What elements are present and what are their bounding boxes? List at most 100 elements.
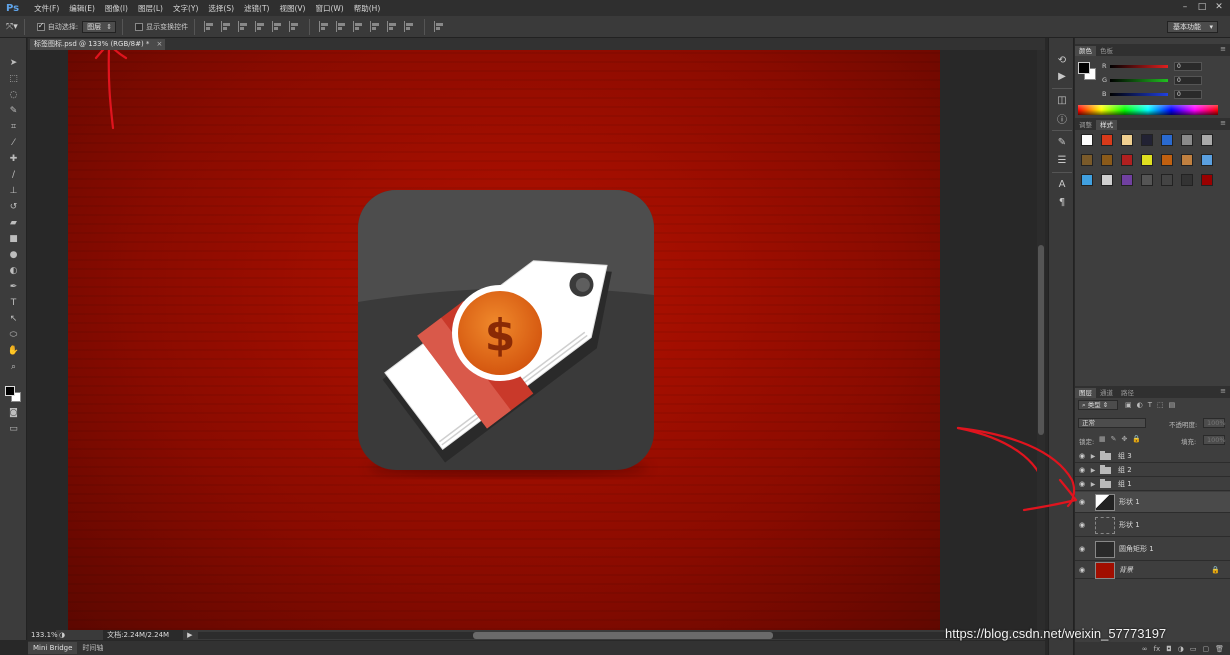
horizontal-scroll-thumb[interactable]	[473, 632, 773, 639]
style-swatch[interactable]	[1081, 174, 1093, 186]
workspace-dropdown[interactable]: 基本功能	[1167, 21, 1218, 33]
color-spectrum[interactable]	[1078, 105, 1218, 115]
style-swatch[interactable]	[1161, 154, 1173, 166]
history-icon[interactable]: ⟲	[1054, 54, 1070, 67]
style-swatch[interactable]	[1141, 154, 1153, 166]
distribute-right-icon[interactable]	[404, 21, 415, 32]
move-tool-icon[interactable]: ➤	[6, 56, 21, 69]
align-top-icon[interactable]	[204, 21, 215, 32]
visibility-eye-icon[interactable]: ◉	[1075, 521, 1089, 529]
show-transform-checkbox[interactable]	[135, 22, 144, 31]
green-slider-row[interactable]: G 0	[1102, 74, 1227, 86]
auto-select-target-dropdown[interactable]: 图层	[82, 20, 117, 33]
layer-kind-filter[interactable]: ⌕ 类型 ⇕	[1078, 400, 1118, 410]
type-tool-icon[interactable]: T	[6, 296, 21, 309]
tab-adjustments[interactable]: 调整	[1075, 120, 1096, 130]
style-swatch[interactable]	[1201, 174, 1213, 186]
distribute-bottom-icon[interactable]	[353, 21, 364, 32]
history-brush-tool-icon[interactable]: ↺	[6, 200, 21, 213]
menu-select[interactable]: 选择(S)	[208, 3, 234, 14]
distribute-hcenter-icon[interactable]	[387, 21, 398, 32]
layer-mask-icon[interactable]: ◘	[1166, 645, 1172, 653]
paragraph-icon[interactable]: ¶	[1054, 196, 1070, 209]
gradient-tool-icon[interactable]: ■	[6, 232, 21, 245]
red-value-field[interactable]: 0	[1174, 61, 1202, 71]
lasso-tool-icon[interactable]: ◌	[6, 88, 21, 101]
visibility-eye-icon[interactable]: ◉	[1075, 566, 1089, 574]
brush-presets-icon[interactable]: ✎	[1054, 136, 1070, 149]
style-swatch[interactable]	[1081, 134, 1093, 146]
distribute-left-icon[interactable]	[370, 21, 381, 32]
opacity-field[interactable]: 100%	[1203, 418, 1226, 428]
blur-tool-icon[interactable]: ●	[6, 248, 21, 261]
tab-channels[interactable]: 通道	[1096, 388, 1117, 398]
dodge-tool-icon[interactable]: ◐	[6, 264, 21, 277]
tab-layers[interactable]: 图层	[1075, 388, 1096, 398]
menu-window[interactable]: 窗口(W)	[315, 3, 343, 14]
vertical-scrollbar[interactable]	[1037, 50, 1045, 630]
tab-swatches[interactable]: 色板	[1096, 46, 1117, 56]
vertical-scroll-thumb[interactable]	[1038, 245, 1044, 435]
blue-value-field[interactable]: 0	[1174, 89, 1202, 99]
horizontal-scrollbar[interactable]	[198, 632, 988, 639]
properties-icon[interactable]: ☰	[1054, 154, 1070, 167]
distribute-vcenter-icon[interactable]	[336, 21, 347, 32]
layer-row[interactable]: ◉ ▶ 组 2	[1075, 464, 1230, 477]
quick-mask-icon[interactable]: ◙	[6, 406, 21, 419]
style-swatch[interactable]	[1141, 174, 1153, 186]
screen-mode-icon[interactable]: ▭	[6, 422, 21, 435]
pen-tool-icon[interactable]: ✒	[6, 280, 21, 293]
green-value-field[interactable]: 0	[1174, 75, 1202, 85]
maximize-icon[interactable]: □	[1197, 2, 1207, 12]
info-icon[interactable]: ⓘ	[1054, 112, 1070, 126]
zoom-tool-icon[interactable]: ⌕	[6, 360, 21, 373]
tab-paths[interactable]: 路径	[1117, 388, 1138, 398]
ellipse-tool-icon[interactable]: ⬭	[6, 328, 21, 341]
document-tab[interactable]: 标签图标.psd @ 133% (RGB/8#) * ×	[30, 39, 166, 50]
artboard[interactable]: $	[68, 50, 940, 630]
lock-transparent-icon[interactable]: ▦	[1099, 435, 1106, 443]
actions-play-icon[interactable]: ▶	[1054, 70, 1070, 83]
filter-adjustment-icon[interactable]: ◐	[1137, 401, 1143, 409]
filter-pixel-icon[interactable]: ▣	[1125, 401, 1132, 409]
close-tab-icon[interactable]: ×	[157, 39, 163, 50]
tab-timeline[interactable]: 时间轴	[77, 642, 108, 654]
document-info[interactable]: 文档:2.24M/2.24M	[103, 630, 184, 640]
fill-field[interactable]: 100%	[1203, 435, 1226, 445]
menu-image[interactable]: 图像(I)	[105, 3, 128, 14]
style-swatch[interactable]	[1101, 174, 1113, 186]
menu-type[interactable]: 文字(Y)	[173, 3, 198, 14]
menu-filter[interactable]: 滤镜(T)	[244, 3, 269, 14]
layer-row[interactable]: ◉ 圆角矩形 1	[1075, 538, 1230, 561]
align-bottom-icon[interactable]	[238, 21, 249, 32]
style-swatch[interactable]	[1101, 134, 1113, 146]
zoom-level-field[interactable]: 133.1%	[28, 630, 58, 640]
adjustment-layer-icon[interactable]: ◑	[1178, 645, 1184, 653]
filter-smart-icon[interactable]: ▤	[1169, 401, 1176, 409]
style-swatch[interactable]	[1181, 154, 1193, 166]
tab-mini-bridge[interactable]: Mini Bridge	[28, 642, 78, 654]
menu-file[interactable]: 文件(F)	[34, 3, 59, 14]
visibility-eye-icon[interactable]: ◉	[1075, 480, 1089, 488]
menu-layer[interactable]: 图层(L)	[138, 3, 163, 14]
auto-select-checkbox[interactable]	[36, 21, 45, 31]
path-select-tool-icon[interactable]: ↖	[6, 312, 21, 325]
green-slider[interactable]	[1110, 78, 1168, 82]
delete-layer-icon[interactable]: 🗑	[1215, 645, 1224, 653]
tab-styles[interactable]: 样式	[1096, 120, 1117, 130]
lock-position-icon[interactable]: ✥	[1122, 435, 1128, 443]
style-swatch[interactable]	[1181, 134, 1193, 146]
foreground-color-swatch[interactable]	[5, 386, 15, 396]
align-hcenter-icon[interactable]	[272, 21, 283, 32]
lock-all-icon[interactable]: 🔒	[1132, 435, 1141, 443]
price-tag-app-icon[interactable]: $	[358, 190, 658, 480]
minimize-icon[interactable]: –	[1180, 2, 1190, 12]
panel-menu-icon[interactable]: ≡	[1220, 119, 1226, 127]
align-vcenter-icon[interactable]	[221, 21, 232, 32]
style-swatch[interactable]	[1081, 154, 1093, 166]
style-swatch[interactable]	[1181, 174, 1193, 186]
style-swatch[interactable]	[1121, 174, 1133, 186]
layer-row[interactable]: ◉ 形状 1	[1075, 514, 1230, 537]
status-arrow-icon[interactable]: ▶	[187, 631, 192, 639]
style-swatch[interactable]	[1121, 134, 1133, 146]
